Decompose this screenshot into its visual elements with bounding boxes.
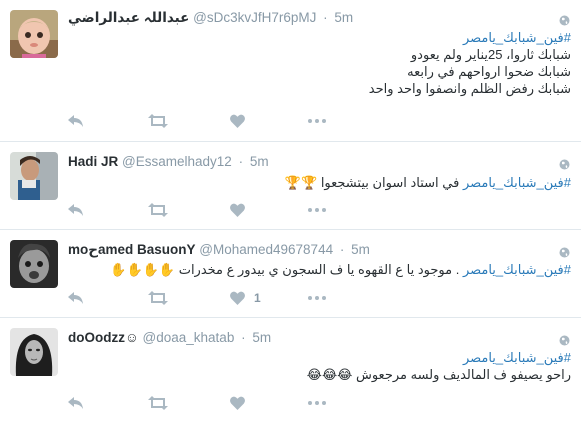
retweet-icon — [148, 203, 168, 217]
like-button[interactable] — [230, 202, 254, 218]
like-count: 1 — [254, 291, 261, 305]
tweet-line: شبابك رفض الظلم وانصفوا واحد واحد — [368, 81, 571, 96]
hashtag-link[interactable]: #فين_شبابك_يامصر — [68, 349, 571, 366]
like-button[interactable]: 1 — [230, 290, 261, 306]
retweet-icon — [148, 114, 168, 128]
more-icon — [308, 208, 326, 212]
retweet-icon — [148, 396, 168, 410]
globe-icon — [559, 333, 570, 346]
globe-icon — [559, 157, 570, 170]
tweet[interactable]: moحamed BasuonY @Mohamed49678744 · 5m #ف… — [0, 230, 581, 318]
heart-icon — [230, 396, 245, 410]
reply-icon — [68, 397, 83, 409]
reply-icon — [68, 115, 83, 127]
separator-dot: · — [339, 242, 345, 257]
tweet-line: راحو يصيفو ف المالديف ولسه مرجعوش 😂😂😂 — [68, 366, 571, 383]
tweet[interactable]: doOodzz☺ @doaa_khatab · 5m #فين_شبابك_يا… — [0, 318, 581, 425]
tweet-line: شبابك ضحوا ارواحهم في رابعه — [407, 64, 571, 79]
trophy-emoji: 🏆🏆 — [284, 175, 318, 190]
retweet-button[interactable] — [148, 113, 168, 129]
tweet-text: #فين_شبابك_يامصر في استاد اسوان بيتشجعوا… — [68, 174, 571, 191]
globe-icon — [559, 245, 570, 258]
tweet-text: #فين_شبابك_يامصر راحو يصيفو ف المالديف و… — [68, 349, 571, 383]
baby-face-avatar[interactable] — [10, 10, 58, 58]
like-button[interactable] — [230, 113, 254, 129]
more-button[interactable] — [308, 290, 326, 306]
tweet-inline-text: . موجود يا ع القهوه يا ف السجون ي بيدور … — [178, 262, 460, 277]
user-fullname[interactable]: عبداللہ عبدالراضي — [68, 10, 189, 25]
tweet[interactable]: عبداللہ عبدالراضي @sDc3kvJfH7r6pMJ · 5m … — [0, 0, 581, 142]
separator-dot: · — [323, 10, 328, 25]
tweet-inline-text: في استاد اسوان بيتشجعوا — [320, 175, 460, 190]
user-fullname[interactable]: Hadi JR — [68, 154, 118, 169]
bw-child-avatar[interactable] — [10, 240, 58, 288]
tweet-timestamp[interactable]: 5m — [351, 242, 370, 257]
user-handle[interactable]: @doaa_khatab — [143, 330, 235, 345]
globe-icon — [559, 13, 570, 26]
user-handle[interactable]: @Essamelhady12 — [122, 154, 232, 169]
tweet-timestamp[interactable]: 5m — [252, 330, 271, 345]
raised-hand-emoji: ✋✋✋✋ — [110, 262, 176, 277]
reply-button[interactable] — [68, 395, 84, 411]
tweet-feed: عبداللہ عبدالراضي @sDc3kvJfH7r6pMJ · 5m … — [0, 0, 581, 425]
user-fullname[interactable]: doOodzz☺ — [68, 330, 139, 345]
reply-icon — [68, 204, 83, 216]
tweet-header: doOodzz☺ @doaa_khatab · 5m — [68, 329, 557, 347]
more-button[interactable] — [308, 113, 326, 129]
boy-avatar[interactable] — [10, 152, 58, 200]
hashtag-link[interactable]: #فين_شبابك_يامصر — [463, 262, 571, 277]
retweet-icon — [148, 291, 168, 305]
heart-icon — [230, 291, 245, 305]
tweet-text: #فين_شبابك_يامصر شبابك ثاروا، 25يناير ول… — [68, 29, 571, 97]
tweet-header: عبداللہ عبدالراضي @sDc3kvJfH7r6pMJ · 5m — [68, 9, 557, 27]
more-icon — [308, 119, 326, 123]
retweet-button[interactable] — [148, 202, 168, 218]
reply-button[interactable] — [68, 202, 84, 218]
separator-dot: · — [241, 330, 246, 345]
hashtag-link[interactable]: #فين_شبابك_يامصر — [463, 175, 571, 190]
laughing-emoji: 😂😂😂 — [306, 367, 353, 382]
woman-portrait-avatar[interactable] — [10, 328, 58, 376]
heart-icon — [230, 203, 245, 217]
tweet-header: moحamed BasuonY @Mohamed49678744 · 5m — [68, 241, 557, 259]
tweet-inline-text: راحو يصيفو ف المالديف ولسه مرجعوش — [355, 367, 571, 382]
tweet-line: #فين_شبابك_يامصر . موجود يا ع القهوه يا … — [68, 261, 571, 278]
more-button[interactable] — [308, 395, 326, 411]
retweet-button[interactable] — [148, 290, 168, 306]
reply-icon — [68, 292, 83, 304]
user-handle[interactable]: @sDc3kvJfH7r6pMJ — [193, 10, 316, 25]
reply-button[interactable] — [68, 290, 84, 306]
tweet-timestamp[interactable]: 5m — [250, 154, 269, 169]
hashtag-link[interactable]: #فين_شبابك_يامصر — [68, 29, 571, 46]
separator-dot: · — [238, 154, 244, 169]
tweet-line: شبابك ثاروا، 25يناير ولم يعودو — [410, 47, 571, 62]
more-icon — [308, 401, 326, 405]
more-button[interactable] — [308, 202, 326, 218]
more-icon — [308, 296, 326, 300]
tweet-timestamp[interactable]: 5m — [334, 10, 353, 25]
tweet-line: #فين_شبابك_يامصر في استاد اسوان بيتشجعوا… — [68, 174, 571, 191]
user-fullname[interactable]: moحamed BasuonY — [68, 242, 196, 257]
user-handle[interactable]: @Mohamed49678744 — [199, 242, 333, 257]
tweet[interactable]: Hadi JR @Essamelhady12 · 5m #فين_شبابك_ي… — [0, 142, 581, 230]
like-button[interactable] — [230, 395, 254, 411]
reply-button[interactable] — [68, 113, 84, 129]
retweet-button[interactable] — [148, 395, 168, 411]
tweet-text: #فين_شبابك_يامصر . موجود يا ع القهوه يا … — [68, 261, 571, 278]
heart-icon — [230, 114, 245, 128]
tweet-header: Hadi JR @Essamelhady12 · 5m — [68, 153, 557, 171]
